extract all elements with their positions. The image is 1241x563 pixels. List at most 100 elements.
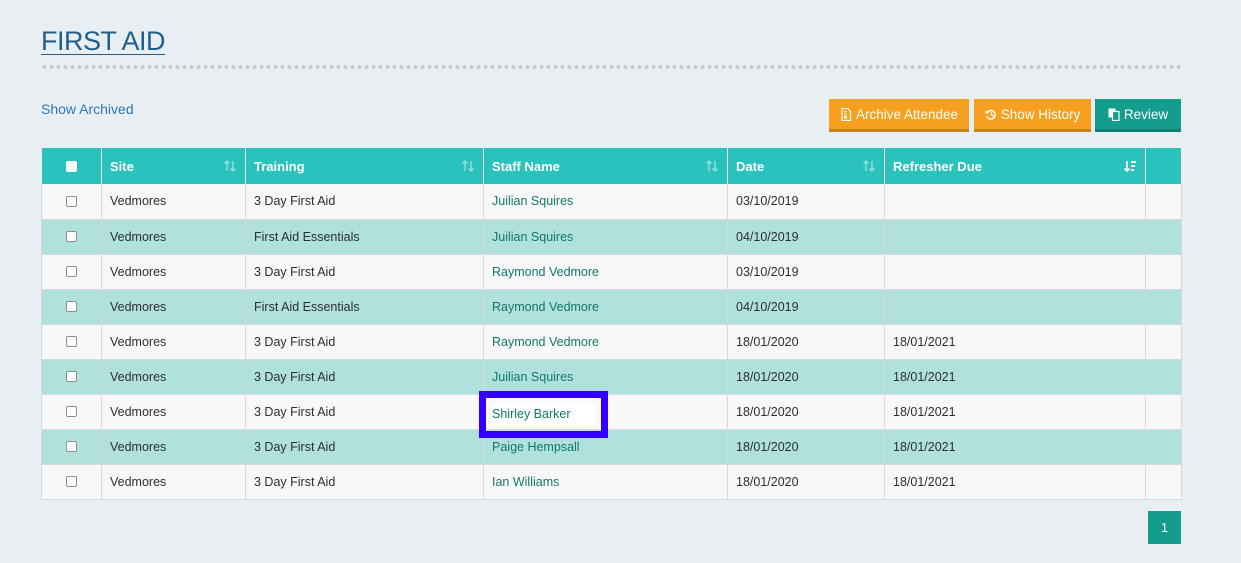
table-header-row: Site Training Staff Name Date Refresher …	[41, 148, 1182, 184]
cell-training: 3 Day First Aid	[245, 359, 484, 395]
column-header-staff-name[interactable]: Staff Name	[483, 148, 728, 184]
cell-site: Vedmores	[101, 429, 246, 465]
review-copy-icon	[1108, 108, 1120, 121]
cell-staff-name[interactable]: Raymond Vedmore	[483, 289, 728, 325]
cell-staff-name[interactable]: Juilian Squires	[483, 184, 728, 220]
row-select-cell[interactable]	[41, 184, 102, 220]
cell-extra	[1145, 324, 1182, 360]
row-select-cell[interactable]	[41, 464, 102, 500]
select-all-checkbox[interactable]	[65, 160, 77, 172]
row-select-cell[interactable]	[41, 324, 102, 360]
cell-training: 3 Day First Aid	[245, 324, 484, 360]
cell-refresher-due	[884, 254, 1146, 290]
table-row[interactable]: Vedmores 3 Day First Aid Paige Hempsall 18/…	[41, 429, 1182, 465]
cell-site: Vedmores	[101, 219, 246, 255]
table-row[interactable]: Vedmores 3 Day First Aid Ian Williams 18/01…	[41, 464, 1182, 500]
cell-extra	[1145, 254, 1182, 290]
table-row[interactable]: Vedmores 3 Day First Aid Juilian Squires 18…	[41, 359, 1182, 395]
cell-date: 03/10/2019	[727, 254, 885, 290]
row-checkbox[interactable]	[66, 476, 77, 487]
row-checkbox[interactable]	[66, 441, 77, 452]
sort-desc-icon	[1123, 161, 1136, 173]
row-checkbox[interactable]	[66, 266, 77, 277]
cell-extra	[1145, 359, 1182, 395]
column-label-staff-name: Staff Name	[492, 158, 560, 174]
column-header-site[interactable]: Site	[101, 148, 246, 184]
sort-arrows-icon	[705, 159, 719, 173]
dotted-divider	[41, 64, 1181, 70]
cell-staff-name[interactable]: Paige Hempsall	[483, 429, 728, 465]
row-checkbox[interactable]	[66, 301, 77, 312]
cell-refresher-due: 18/01/2021	[884, 429, 1146, 465]
first-aid-table: Site Training Staff Name Date Refresher …	[41, 148, 1182, 500]
cell-staff-name[interactable]: Raymond Vedmore	[483, 254, 728, 290]
table-row[interactable]: Vedmores 3 Day First Aid Raymond Vedmore 03…	[41, 254, 1182, 290]
cell-date: 18/01/2020	[727, 464, 885, 500]
review-button[interactable]: Review	[1095, 99, 1181, 132]
row-select-cell[interactable]	[41, 289, 102, 325]
row-select-cell[interactable]	[41, 359, 102, 395]
cell-date: 03/10/2019	[727, 184, 885, 220]
show-history-label: Show History	[1000, 106, 1081, 122]
table-row[interactable]: Vedmores First Aid Essentials Raymond Vedm…	[41, 289, 1182, 325]
cell-staff-name[interactable]: Juilian Squires	[483, 359, 728, 395]
row-select-cell[interactable]	[41, 394, 102, 430]
cell-training: 3 Day First Aid	[245, 254, 484, 290]
cell-extra	[1145, 184, 1182, 220]
cell-extra	[1145, 394, 1182, 430]
column-header-date[interactable]: Date	[727, 148, 885, 184]
archive-attendee-button[interactable]: Archive Attendee	[829, 99, 969, 132]
history-icon	[985, 108, 997, 121]
show-history-button[interactable]: Show History	[974, 99, 1091, 132]
row-checkbox[interactable]	[66, 406, 77, 417]
cell-refresher-due: 18/01/2021	[884, 464, 1146, 500]
cell-training: 3 Day First Aid	[245, 394, 484, 430]
column-header-training[interactable]: Training	[245, 148, 484, 184]
highlighted-staff-name[interactable]: Shirley Barker	[492, 407, 571, 421]
cell-extra	[1145, 289, 1182, 325]
cell-site: Vedmores	[101, 324, 246, 360]
cell-staff-name[interactable]: Juilian Squires	[483, 219, 728, 255]
sort-arrows-icon	[862, 159, 876, 173]
cell-date: 04/10/2019	[727, 219, 885, 255]
cell-date: 18/01/2020	[727, 394, 885, 430]
cell-training: 3 Day First Aid	[245, 464, 484, 500]
show-archived-link[interactable]: Show Archived	[41, 101, 134, 117]
column-header-extra	[1145, 148, 1182, 184]
row-checkbox[interactable]	[66, 371, 77, 382]
cell-training: 3 Day First Aid	[245, 184, 484, 220]
cell-training: First Aid Essentials	[245, 289, 484, 325]
cell-staff-name[interactable]: Ian Williams	[483, 464, 728, 500]
row-select-cell[interactable]	[41, 219, 102, 255]
row-checkbox[interactable]	[66, 195, 77, 207]
table-row[interactable]: Vedmores 3 Day First Aid Juilian Squires 03…	[41, 184, 1182, 220]
cell-staff-name[interactable]: Raymond Vedmore	[483, 324, 728, 360]
cell-site: Vedmores	[101, 184, 246, 220]
row-select-cell[interactable]	[41, 254, 102, 290]
archive-doc-icon	[840, 107, 852, 121]
cell-site: Vedmores	[101, 254, 246, 290]
select-all-cell[interactable]	[41, 148, 102, 184]
cell-site: Vedmores	[101, 464, 246, 500]
table-row[interactable]: Vedmores3 Day First Aid Shirley Barker 18/…	[41, 394, 1182, 430]
table-row[interactable]: Vedmores First Aid Essentials Juilian Squi…	[41, 219, 1182, 255]
column-header-refresher-due[interactable]: Refresher Due	[884, 148, 1146, 184]
cell-site: Vedmores	[101, 289, 246, 325]
row-checkbox[interactable]	[66, 336, 77, 347]
cell-refresher-due: 18/01/2021	[884, 359, 1146, 395]
row-checkbox[interactable]	[66, 231, 77, 242]
column-label-training: Training	[254, 158, 305, 174]
cell-refresher-due	[884, 289, 1146, 325]
cell-site: Vedmores	[101, 394, 246, 430]
pagination-page-1[interactable]: 1	[1148, 511, 1181, 544]
cell-refresher-due: 18/01/2021	[884, 324, 1146, 360]
review-label: Review	[1123, 106, 1169, 122]
row-select-cell[interactable]	[41, 429, 102, 465]
cell-refresher-due: 18/01/2021	[884, 394, 1146, 430]
cell-date: 18/01/2020	[727, 324, 885, 360]
table-row[interactable]: Vedmores 3 Day First Aid Raymond Vedmore 18…	[41, 324, 1182, 360]
cell-extra	[1145, 429, 1182, 465]
page-title: FIRST AID	[41, 26, 166, 56]
cell-site: Vedmores	[101, 359, 246, 395]
sort-arrows-icon	[461, 159, 475, 173]
